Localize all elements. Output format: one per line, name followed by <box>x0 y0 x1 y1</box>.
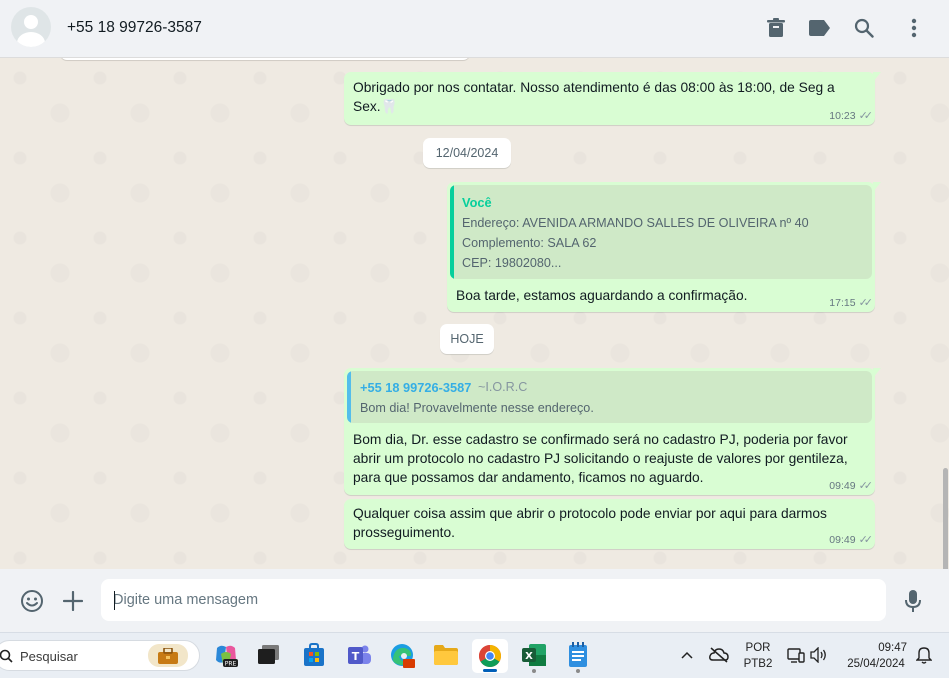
quote-sender-tag: ~I.O.R.C <box>478 380 528 394</box>
microphone-icon[interactable] <box>900 588 926 614</box>
message-time: 10:23 <box>829 109 856 122</box>
partial-message-bubble <box>60 58 470 60</box>
notepad-icon[interactable] <box>564 641 592 673</box>
message-text-line: para que possamos dar andamento, ficamos… <box>353 470 704 485</box>
chevron-up-icon[interactable] <box>676 643 698 667</box>
message-text-line: Obrigado por nos contatar. Nosso atendim… <box>353 80 835 95</box>
search-icon <box>0 649 13 663</box>
message-text-line: prosseguimento. <box>353 525 456 540</box>
message-meta: 10:23 ✓✓ <box>829 109 874 123</box>
message-composer <box>0 569 949 632</box>
date-separator: HOJE <box>440 324 494 354</box>
double-check-icon: ✓✓ <box>858 534 874 546</box>
message-time: 17:15 <box>829 296 856 309</box>
quote-author: Você <box>462 195 492 210</box>
date-separator: 12/04/2024 <box>423 138 511 168</box>
double-check-icon: ✓✓ <box>858 480 874 492</box>
windows-taskbar: Pesquisar PRE T X POR PTB2 09:47 25/04/2… <box>0 632 949 678</box>
message-input[interactable] <box>101 579 886 621</box>
keyboard-layout: PTB2 <box>743 658 773 670</box>
double-check-icon: ✓✓ <box>858 110 874 122</box>
volume-icon[interactable] <box>808 643 830 667</box>
text-caret <box>114 591 115 610</box>
quote-text-line: Complemento: SALA 62 <box>462 236 597 250</box>
onedrive-offline-icon[interactable] <box>706 643 732 667</box>
attach-plus-icon[interactable] <box>60 588 86 614</box>
menu-icon[interactable] <box>902 16 926 40</box>
clock-date: 25/04/2024 <box>847 658 905 670</box>
quote-text-line: CEP: 19802080... <box>462 256 562 270</box>
notification-bell-icon[interactable] <box>913 643 935 667</box>
language-code: POR <box>745 642 771 654</box>
briefcase-icon <box>148 644 188 667</box>
message-text-line: Bom dia, Dr. esse cadastro se confirmado… <box>353 432 848 447</box>
archive-icon[interactable] <box>764 16 788 40</box>
double-check-icon: ✓✓ <box>858 297 874 309</box>
svg-text:PRE: PRE <box>225 661 237 668</box>
message-time: 09:49 <box>829 533 856 546</box>
input-language[interactable]: POR PTB2 <box>741 640 775 672</box>
emoji-icon[interactable] <box>19 588 45 614</box>
message-text-line: Sex.🦷 <box>353 99 398 114</box>
store-icon[interactable] <box>300 641 328 669</box>
chrome-icon[interactable] <box>472 639 508 673</box>
task-view-icon[interactable] <box>255 641 283 669</box>
conversation-panel[interactable]: Obrigado por nos contatar. Nosso atendim… <box>0 58 949 569</box>
teams-icon[interactable]: T <box>345 641 373 669</box>
outgoing-message[interactable]: Você Endereço: AVENIDA ARMANDO SALLES DE… <box>447 182 881 312</box>
taskbar-search-label: Pesquisar <box>20 649 78 664</box>
search-icon[interactable] <box>852 16 876 40</box>
message-text-line: abrir um protocolo no cadastro PJ solici… <box>353 451 848 466</box>
excel-icon[interactable]: X <box>520 641 548 673</box>
outgoing-message[interactable]: Obrigado por nos contatar. Nosso atendim… <box>344 72 881 125</box>
contact-name[interactable]: +55 18 99726-3587 <box>67 19 202 37</box>
message-time: 09:49 <box>829 479 856 492</box>
svg-text:X: X <box>525 651 533 662</box>
message-text-line: Qualquer coisa assim que abrir o protoco… <box>353 506 827 521</box>
network-icon[interactable] <box>785 643 807 667</box>
quote-text: Bom dia! Provavelmente nesse endereço. <box>360 401 594 415</box>
chat-scrollbar[interactable] <box>943 468 948 569</box>
svg-text:T: T <box>352 650 360 663</box>
quote-author: +55 18 99726-3587 <box>360 380 472 395</box>
clock-time: 09:47 <box>878 642 907 654</box>
file-explorer-icon[interactable] <box>432 641 460 669</box>
message-meta: 09:49 ✓✓ <box>829 479 874 493</box>
taskbar-clock[interactable]: 09:47 25/04/2024 <box>840 640 912 672</box>
outgoing-message[interactable]: Qualquer coisa assim que abrir o protoco… <box>344 499 875 549</box>
quoted-message[interactable]: Você Endereço: AVENIDA ARMANDO SALLES DE… <box>450 185 872 279</box>
outgoing-message[interactable]: +55 18 99726-3587 ~I.O.R.C Bom dia! Prov… <box>344 368 881 495</box>
message-text: Boa tarde, estamos aguardando a confirma… <box>456 288 748 303</box>
message-meta: 09:49 ✓✓ <box>829 533 874 547</box>
taskbar-search[interactable]: Pesquisar <box>0 640 200 671</box>
edge-icon[interactable] <box>388 641 416 669</box>
copilot-icon[interactable]: PRE <box>212 641 240 669</box>
quoted-message[interactable]: +55 18 99726-3587 ~I.O.R.C Bom dia! Prov… <box>347 371 872 423</box>
chat-header: +55 18 99726-3587 <box>0 0 949 58</box>
quote-text-line: Endereço: AVENIDA ARMANDO SALLES DE OLIV… <box>462 216 809 230</box>
message-meta: 17:15 ✓✓ <box>829 296 874 310</box>
contact-avatar[interactable] <box>11 7 51 47</box>
label-icon[interactable] <box>808 16 832 40</box>
